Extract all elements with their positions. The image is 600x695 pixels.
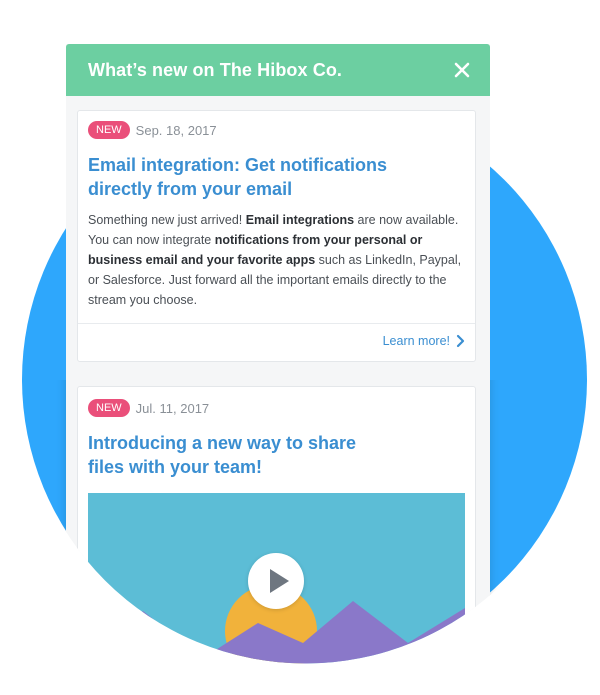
learn-more-label: Learn more! (382, 334, 450, 348)
post-title-line-2: files with your team! (88, 457, 263, 477)
post-date: Sep. 18, 2017 (135, 122, 217, 138)
post-footer: Learn more! (78, 323, 475, 362)
stage: What’s new on The Hibox Co. NEW Sep. 18,… (0, 0, 600, 695)
play-button[interactable] (248, 553, 304, 609)
new-badge: NEW (88, 121, 130, 139)
play-icon (248, 553, 304, 609)
whats-new-panel: What’s new on The Hibox Co. NEW Sep. 18,… (66, 44, 490, 695)
panel-title: What’s new on The Hibox Co. (88, 59, 343, 80)
post-body: Something new just arrived! Email integr… (88, 210, 473, 310)
post-title[interactable]: Introducing a new way to share files wit… (88, 431, 468, 479)
body-bold-text: Email integrations (245, 213, 355, 227)
video-thumbnail[interactable] (88, 493, 465, 695)
panel-header: What’s new on The Hibox Co. (66, 44, 490, 96)
news-card-file-sharing: NEW Jul. 11, 2017 Introducing a new way … (77, 386, 476, 695)
post-date: Jul. 11, 2017 (135, 400, 210, 416)
post-title-line-2: directly from your email (88, 179, 293, 199)
close-icon[interactable] (454, 62, 470, 78)
post-title[interactable]: Email integration: Get notifications dir… (88, 153, 468, 201)
post-title-line-1: Email integration: Get notifications (88, 155, 388, 175)
learn-more-link[interactable]: Learn more! (383, 334, 465, 348)
post-meta: NEW Jul. 11, 2017 (88, 399, 209, 417)
post-title-line-1: Introducing a new way to share (88, 433, 357, 453)
post-meta: NEW Sep. 18, 2017 (88, 121, 217, 139)
news-card-email-integration: NEW Sep. 18, 2017 Email integration: Get… (77, 110, 476, 362)
body-text: Something new just arrived! (88, 213, 246, 227)
new-badge: NEW (88, 399, 130, 417)
chevron-right-icon (456, 334, 465, 348)
